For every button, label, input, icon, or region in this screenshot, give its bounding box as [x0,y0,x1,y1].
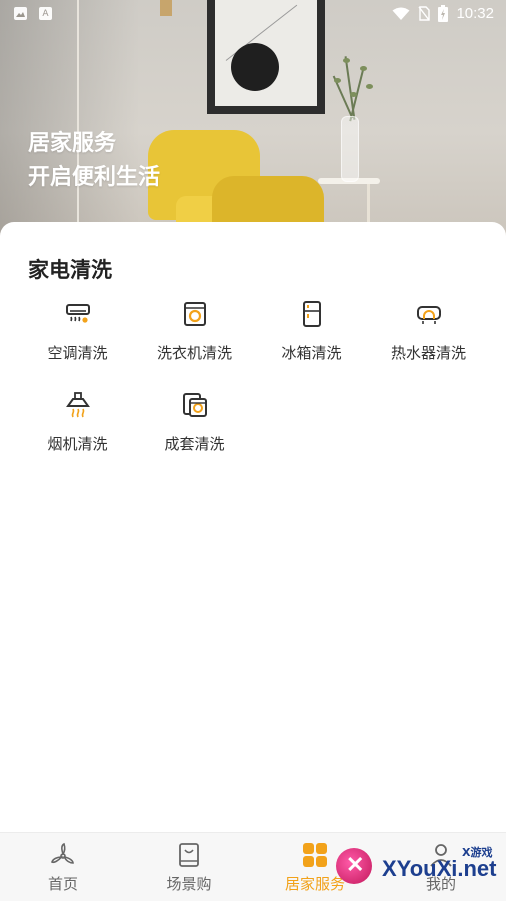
service-item-refrigerator[interactable]: 冰箱清洗 [253,300,370,363]
status-left-icons: A [14,7,52,20]
battery-charging-icon [438,5,449,22]
hero-banner: 居家服务 开启便利生活 [0,0,506,240]
hero-shadow [0,0,140,240]
section-title: 家电清洗 [28,258,112,282]
hero-lamp-pole [77,0,79,240]
hero-title: 居家服务 开启便利生活 [28,127,160,195]
watermark-brand: XYouXi.net [382,856,497,881]
package-clean-icon [182,393,207,417]
hero-picture-circle [231,43,279,91]
status-right-icons: 10:32 [392,5,494,22]
hero-plant-leaf [350,92,357,97]
hero-plant-leaf [360,66,367,71]
service-item-label: 成套清洗 [164,435,225,453]
watermark: ✕ X游戏 XYouXi.net [330,838,506,900]
grid-four-icon [303,843,327,867]
service-item-air-conditioner[interactable]: 空调清洗 [19,300,136,363]
hero-title-line2: 开启便利生活 [28,165,161,190]
service-grid: 空调清洗 洗衣机清洗 冰箱清洗 热水器清洗 烟机清洗 成套清洗 [19,300,489,454]
water-heater-icon [416,306,441,324]
a-letter-icon: A [39,7,52,20]
image-icon [14,7,27,20]
hero-title-line1: 居家服务 [28,131,117,156]
no-sim-icon [418,6,431,21]
tab-label: 首页 [47,875,78,893]
hero-plant-leaf [334,78,341,83]
home-fan-icon [51,842,74,864]
tab-scene-shop[interactable]: 场景购 [126,833,252,901]
status-bar: A 10:32 [0,0,506,28]
tab-label: 场景购 [166,875,212,893]
service-item-label: 热水器清洗 [390,344,466,362]
service-item-package[interactable]: 成套清洗 [136,391,253,454]
washing-machine-icon [183,302,206,326]
refrigerator-icon [302,301,321,327]
status-time: 10:32 [456,5,494,22]
wifi-icon [392,7,410,20]
air-conditioner-icon [65,304,90,323]
hero-glass-vase [341,116,359,182]
service-card: 家电清洗 空调清洗 洗衣机清洗 冰箱清洗 热水器清洗 烟机清洗 成套清洗 [0,222,506,832]
service-item-water-heater[interactable]: 热水器清洗 [370,300,487,363]
hero-plant-leaf [343,58,350,63]
hero-plant-leaf [366,84,373,89]
scene-book-icon [179,843,199,867]
service-item-washing-machine[interactable]: 洗衣机清洗 [136,300,253,363]
service-item-label: 洗衣机清洗 [156,344,232,362]
tab-home[interactable]: 首页 [0,833,126,901]
service-item-range-hood[interactable]: 烟机清洗 [19,391,136,454]
service-item-label: 烟机清洗 [47,435,108,453]
service-item-label: 冰箱清洗 [281,344,342,362]
range-hood-icon [65,392,90,418]
watermark-logo-letter: ✕ [346,852,365,877]
service-item-label: 空调清洗 [47,344,108,362]
